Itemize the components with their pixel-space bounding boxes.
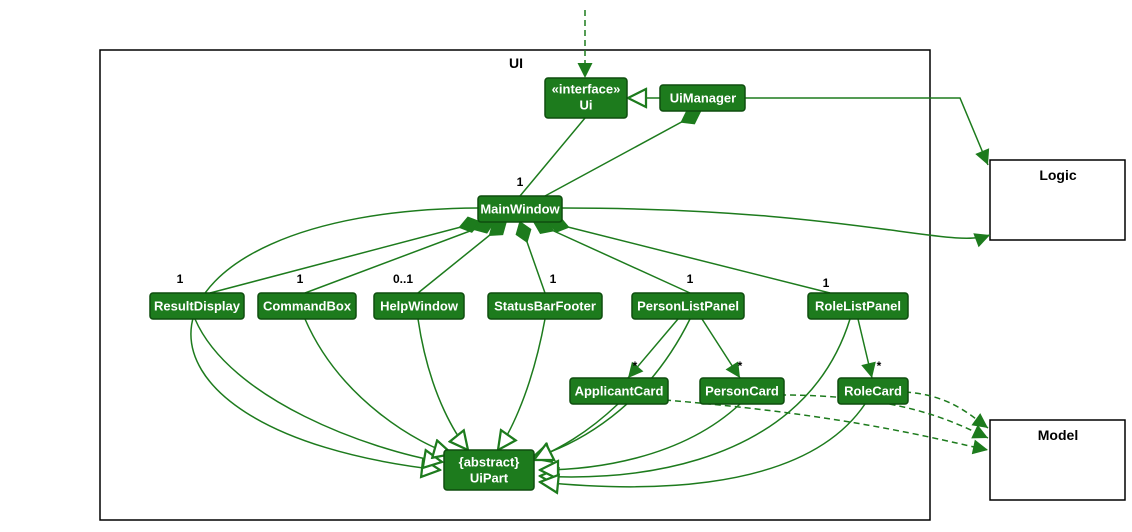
node-uimgr-name: UiManager bbox=[670, 90, 736, 105]
mult-statusbar: 1 bbox=[550, 272, 557, 286]
node-mainwindow: MainWindow bbox=[478, 196, 562, 222]
mult-plp: 1 bbox=[687, 272, 694, 286]
node-personcard: PersonCard bbox=[700, 378, 784, 404]
mult-resultdisp: 1 bbox=[177, 272, 184, 286]
node-statusbarfooter: StatusBarFooter bbox=[488, 293, 602, 319]
node-personlistpanel: PersonListPanel bbox=[632, 293, 744, 319]
node-ui-interface: «interface» Ui bbox=[545, 78, 627, 118]
node-rcard-name: RoleCard bbox=[844, 383, 902, 398]
node-helpwindow: HelpWindow bbox=[374, 293, 464, 319]
node-cmdbox-name: CommandBox bbox=[263, 298, 352, 313]
package-model-label: Model bbox=[1038, 427, 1078, 443]
mult-rcard: * bbox=[877, 359, 882, 373]
node-rolecard: RoleCard bbox=[838, 378, 908, 404]
package-logic: Logic bbox=[990, 160, 1125, 240]
mult-pcard: * bbox=[738, 359, 743, 373]
node-ui-stereotype: «interface» bbox=[552, 81, 621, 96]
node-applicantcard: ApplicantCard bbox=[570, 378, 668, 404]
package-ui-label: UI bbox=[509, 55, 523, 71]
node-mainwin-name: MainWindow bbox=[480, 201, 560, 216]
node-uipart: {abstract} UiPart bbox=[444, 450, 534, 490]
node-resultdisp-name: ResultDisplay bbox=[154, 298, 241, 313]
node-helpwin-name: HelpWindow bbox=[380, 298, 459, 313]
node-rlp-name: RoleListPanel bbox=[815, 298, 901, 313]
node-commandbox: CommandBox bbox=[258, 293, 356, 319]
mult-helpwin: 0..1 bbox=[393, 272, 413, 286]
node-plp-name: PersonListPanel bbox=[637, 298, 739, 313]
node-ui-name: Ui bbox=[580, 97, 593, 112]
node-uipart-name: UiPart bbox=[470, 470, 509, 485]
package-logic-label: Logic bbox=[1039, 167, 1077, 183]
mult-cmdbox: 1 bbox=[297, 272, 304, 286]
node-uipart-stereotype: {abstract} bbox=[459, 454, 520, 469]
node-pcard-name: PersonCard bbox=[705, 383, 779, 398]
mult-rlp: 1 bbox=[823, 276, 830, 290]
package-model: Model bbox=[990, 420, 1125, 500]
mult-appcard: * bbox=[633, 359, 638, 373]
node-appcard-name: ApplicantCard bbox=[575, 383, 664, 398]
node-uimanager: UiManager bbox=[660, 85, 745, 111]
uml-diagram: UI Logic Model 1 1 1 0..1 1 1 1 * * * bbox=[0, 0, 1132, 532]
node-resultdisplay: ResultDisplay bbox=[150, 293, 244, 319]
node-statusbar-name: StatusBarFooter bbox=[494, 298, 596, 313]
node-rolelistpanel: RoleListPanel bbox=[808, 293, 908, 319]
mult-mainwin: 1 bbox=[517, 175, 524, 189]
